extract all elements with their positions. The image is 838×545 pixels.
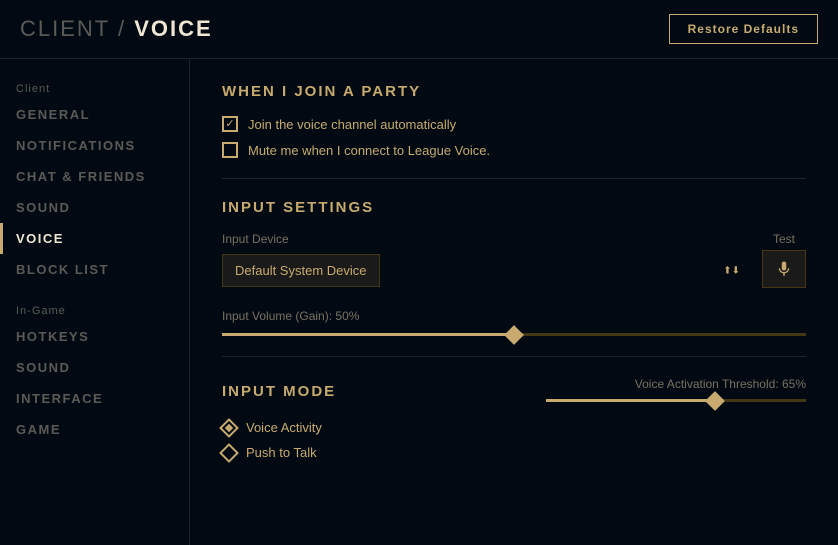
select-arrow-icon: ⬆⬇ bbox=[723, 265, 740, 276]
volume-label: Input Volume (Gain): 50% bbox=[222, 309, 806, 323]
sidebar-item-chat-friends[interactable]: CHAT & FRIENDS bbox=[0, 161, 189, 192]
threshold-thumb-diamond bbox=[705, 391, 725, 411]
threshold-slider-track[interactable] bbox=[546, 399, 806, 402]
join-voice-label: Join the voice channel automatically bbox=[248, 117, 456, 132]
voice-activity-label: Voice Activity bbox=[246, 420, 322, 435]
input-mode-header: INPUT MODE Voice Activation Threshold: 6… bbox=[222, 377, 806, 406]
volume-slider-thumb[interactable] bbox=[503, 324, 525, 346]
threshold-slider-fill bbox=[546, 399, 715, 402]
join-voice-checkbox[interactable] bbox=[222, 116, 238, 132]
page-title-dim: CLIENT / bbox=[20, 16, 134, 41]
test-label: Test bbox=[773, 232, 795, 246]
main-layout: Client GENERAL NOTIFICATIONS CHAT & FRIE… bbox=[0, 59, 838, 545]
sidebar-item-notifications[interactable]: NOTIFICATIONS bbox=[0, 130, 189, 161]
microphone-icon bbox=[775, 260, 793, 278]
sidebar-group-client: Client bbox=[0, 75, 189, 99]
sidebar-item-sound-ingame[interactable]: SOUND bbox=[0, 352, 189, 383]
party-section-title: WHEN I JOIN A PARTY bbox=[222, 83, 806, 100]
test-column: Test bbox=[762, 232, 806, 288]
join-voice-row[interactable]: Join the voice channel automatically bbox=[222, 116, 806, 132]
sidebar-item-interface[interactable]: INTERFACE bbox=[0, 383, 189, 414]
device-select[interactable]: Default System Device bbox=[222, 254, 380, 287]
input-section-title: INPUT SETTINGS bbox=[222, 199, 806, 216]
voice-threshold-label: Voice Activation Threshold: 65% bbox=[546, 377, 806, 391]
page-title: CLIENT / VOICE bbox=[20, 16, 213, 42]
sidebar-item-general[interactable]: GENERAL bbox=[0, 99, 189, 130]
header: CLIENT / VOICE Restore Defaults bbox=[0, 0, 838, 59]
sidebar-item-voice[interactable]: VOICE bbox=[0, 223, 189, 254]
volume-slider-fill bbox=[222, 333, 514, 336]
sidebar-item-hotkeys[interactable]: HOTKEYS bbox=[0, 321, 189, 352]
content-area: WHEN I JOIN A PARTY Join the voice chann… bbox=[190, 59, 838, 545]
volume-slider-track[interactable] bbox=[222, 333, 806, 336]
page-title-bright: VOICE bbox=[134, 16, 212, 41]
input-device-label: Input Device bbox=[222, 232, 750, 246]
mute-row[interactable]: Mute me when I connect to League Voice. bbox=[222, 142, 806, 158]
input-mode-title: INPUT MODE bbox=[222, 383, 336, 400]
restore-defaults-button[interactable]: Restore Defaults bbox=[669, 14, 818, 44]
push-to-talk-label: Push to Talk bbox=[246, 445, 317, 460]
sidebar-item-game[interactable]: GAME bbox=[0, 414, 189, 445]
input-device-row: Default System Device ⬆⬇ bbox=[222, 254, 750, 287]
sidebar-group-ingame: In-Game bbox=[0, 297, 189, 321]
divider-2 bbox=[222, 356, 806, 357]
push-to-talk-radio[interactable] bbox=[219, 443, 239, 463]
voice-activity-row[interactable]: Voice Activity bbox=[222, 420, 806, 435]
volume-section: Input Volume (Gain): 50% bbox=[222, 309, 806, 336]
sidebar-item-block-list[interactable]: BLOCK LIST bbox=[0, 254, 189, 285]
test-button[interactable] bbox=[762, 250, 806, 288]
divider-1 bbox=[222, 178, 806, 179]
mute-checkbox[interactable] bbox=[222, 142, 238, 158]
voice-activity-radio[interactable] bbox=[219, 418, 239, 438]
threshold-slider-thumb[interactable] bbox=[704, 390, 726, 412]
push-to-talk-row[interactable]: Push to Talk bbox=[222, 445, 806, 460]
volume-thumb-diamond bbox=[504, 325, 524, 345]
mute-label: Mute me when I connect to League Voice. bbox=[248, 143, 490, 158]
threshold-section: Voice Activation Threshold: 65% bbox=[546, 377, 806, 406]
sidebar: Client GENERAL NOTIFICATIONS CHAT & FRIE… bbox=[0, 59, 190, 545]
sidebar-item-sound[interactable]: SOUND bbox=[0, 192, 189, 223]
device-select-wrapper: Default System Device ⬆⬇ bbox=[222, 254, 750, 287]
